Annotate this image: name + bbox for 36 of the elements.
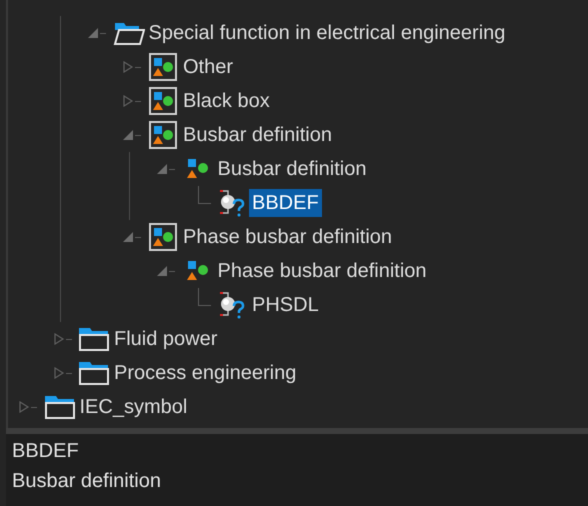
shapes-icon — [186, 259, 210, 283]
collapse-toggle[interactable] — [122, 231, 134, 243]
shapes-icon — [149, 121, 177, 149]
expand-toggle[interactable] — [122, 95, 134, 107]
tree-item[interactable]: Phase busbar definition — [214, 257, 430, 285]
shapes-icon — [186, 157, 210, 181]
tree-item[interactable]: BBDEF — [249, 189, 322, 217]
tree-item[interactable]: Process engineering — [111, 359, 300, 387]
shapes-icon — [149, 223, 177, 251]
symbol-unknown-icon — [217, 291, 247, 319]
collapse-toggle[interactable] — [156, 163, 168, 175]
shapes-icon — [149, 53, 177, 81]
expand-toggle[interactable] — [18, 401, 30, 413]
expand-toggle[interactable] — [52, 367, 64, 379]
collapse-toggle[interactable] — [87, 27, 99, 39]
open-folder-icon — [112, 20, 144, 46]
folder-icon — [78, 360, 110, 386]
collapse-toggle[interactable] — [122, 129, 134, 141]
tree-item[interactable]: Other — [180, 53, 236, 81]
tree-item[interactable]: Special function in electrical engineering — [146, 19, 508, 47]
expand-toggle[interactable] — [52, 333, 64, 345]
tree-item[interactable]: IEC_symbol — [76, 393, 190, 421]
tree-item[interactable]: Busbar definition — [214, 155, 370, 183]
tree-item[interactable]: Busbar definition — [180, 121, 335, 149]
tree-item[interactable]: Phase busbar definition — [180, 223, 396, 251]
tree-item[interactable]: PHSDL — [249, 291, 322, 319]
expand-toggle[interactable] — [122, 61, 134, 73]
detail-text: BBDEF — [12, 439, 80, 464]
collapse-toggle[interactable] — [156, 265, 168, 277]
symbol-unknown-icon — [217, 189, 247, 217]
tree-item[interactable]: Fluid power — [111, 325, 220, 353]
folder-icon — [44, 394, 76, 420]
detail-text: Busbar definition — [12, 469, 162, 494]
folder-icon — [78, 326, 110, 352]
shapes-icon — [149, 87, 177, 115]
tree-item[interactable]: Black box — [180, 87, 273, 115]
